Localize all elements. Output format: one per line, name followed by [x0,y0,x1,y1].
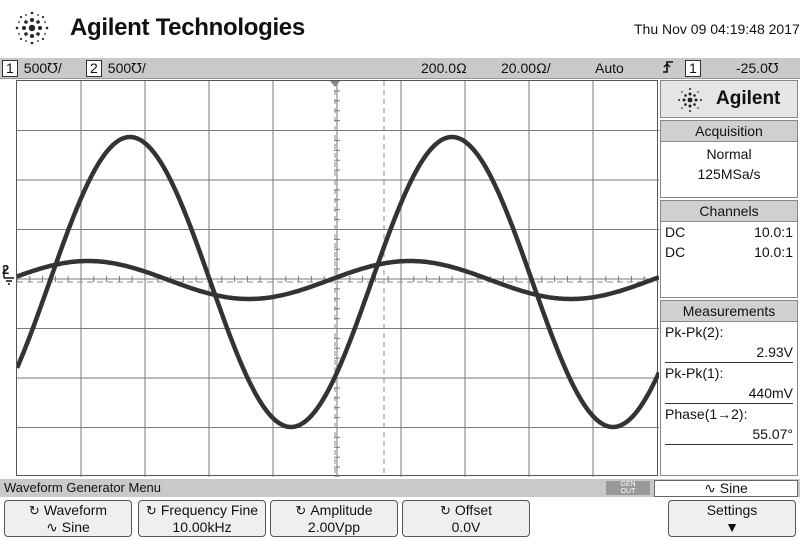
ch2-scale: 500℧/ [107,60,146,76]
rotate-knob-icon: ↻ [295,503,307,518]
measurements-box: Measurements Pk-Pk(2): 2.93V Pk-Pk(1): 4… [660,300,798,476]
amplitude-softkey[interactable]: ↻ Amplitude 2.00Vpp [270,500,398,537]
gen-status: GEN OUT ∿ Sine [600,479,800,497]
timebase-scale[interactable]: 20.00Ω/ [501,59,551,77]
ch2-scale-control[interactable]: 2 500℧/ [86,59,146,77]
acquisition-title: Acquisition [661,121,797,142]
ch1-scale-control[interactable]: 1 500℧/ [2,59,62,77]
ground-icon [3,268,14,285]
scope-display[interactable] [16,80,659,477]
offset-softkey[interactable]: ↻ Offset 0.0V [402,500,530,537]
rotate-knob-icon: ↻ [28,503,40,518]
panel-logo: Agilent [660,80,798,118]
measurement-item: Pk-Pk(2): 2.93V [661,322,797,363]
rotate-knob-icon: ↻ [440,503,451,518]
trigger-mode[interactable]: Auto [595,59,624,77]
ch1-number: 1 [2,60,18,77]
measurement-item: Phase(1→2): 55.07° [661,404,797,445]
timebase-position[interactable]: 200.0Ω [421,59,467,77]
channel-row: DC 10.0:1 [665,244,793,260]
brand-title: Agilent Technologies [70,14,305,41]
ch1-trace [17,258,659,302]
info-panel: Agilent Acquisition Normal 125MSa/s Chan… [660,80,800,476]
rising-edge-icon [662,59,674,79]
channels-title: Channels [661,201,797,222]
graticule [17,81,659,477]
agilent-logo-icon [15,11,49,45]
ch1-scale: 500℧/ [23,60,62,76]
rotate-knob-icon: ↻ [145,503,157,518]
gen-out-badge: GEN OUT [606,481,650,495]
settings-softkey[interactable]: Settings ▼ [668,500,796,537]
datetime-label: Thu Nov 09 04:19:48 2017 [634,21,800,37]
frequency-fine-softkey[interactable]: ↻ Frequency Fine 10.00kHz [138,500,266,537]
status-bar: 1 500℧/ 2 500℧/ 200.0Ω 20.00Ω/ Auto 1 -25.… [0,58,800,79]
trigger-source[interactable]: 1 [685,59,707,77]
channels-box: Channels DC 10.0:1 DC 10.0:1 [660,200,798,298]
menu-title: Waveform Generator Menu [0,479,600,497]
measurement-item: Pk-Pk(1): 440mV [661,363,797,404]
trigger-level[interactable]: -25.0℧ [736,59,779,77]
agilent-star-icon [678,88,702,112]
gen-shape-indicator: ∿ Sine [654,480,798,497]
panel-logo-text: Agilent [716,88,781,109]
waveform-softkey[interactable]: ↻ Waveform ∿ Sine [4,500,132,537]
acquisition-mode: Normal [706,146,752,162]
sample-rate: 125MSa/s [697,166,761,182]
ch2-number: 2 [86,60,102,77]
measurements-title: Measurements [661,301,797,322]
acquisition-box: Acquisition Normal 125MSa/s [660,120,798,198]
channel-row: DC 10.0:1 [665,224,793,240]
trigger-position-marker [330,81,340,87]
arrow-down-icon: ▼ [725,519,739,535]
